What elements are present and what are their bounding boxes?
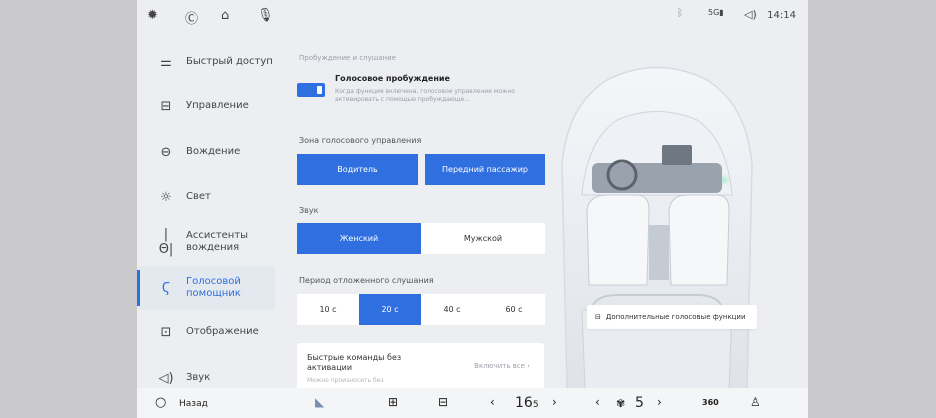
enable-all-link[interactable]: Включить все › [474,362,530,370]
steering-wheel-icon: ⊖ [160,144,172,160]
voice-wake-description: Когда функция включена, голосовое управл… [335,88,515,103]
voice-wake-title: Голосовое пробуждение [335,74,450,83]
fan-level: 5 [635,395,644,411]
car-cabin-illustration [561,66,753,390]
sidebar-item-driving[interactable]: ⊖ Вождение [137,130,275,174]
period-label: Период отложенного слушания [299,276,434,285]
sidebar-item-light[interactable]: ☼ Свет [137,175,275,219]
bluetooth-icon: ᛒ [677,8,683,19]
clock: 14:14 [767,10,796,21]
temp-up-icon[interactable]: › [552,395,557,409]
seat-icon[interactable]: ♙ [750,395,761,409]
left-bezel [0,0,137,418]
period-10s-button[interactable]: 10 с [297,294,359,325]
speaker-icon: ◁) [158,370,174,386]
fan-down-icon[interactable]: ‹ [595,395,600,409]
refresh-icon[interactable]: Ⓒ [185,8,198,27]
sound-female-button[interactable]: Женский [297,223,421,254]
lane-assist-icon: |Θ| [158,227,174,257]
sidebar-item-voice-assistant[interactable]: Ϛ Голосовой помощник [137,266,275,310]
sidebar-item-display[interactable]: ⊡ Отображение [137,310,275,354]
quick-commands-title: Быстрые команды без активации [307,353,402,372]
settings-sidebar: ⚌ Быстрый доступ ⊟ Управление ⊖ Вождение… [137,38,277,388]
sound-male-button[interactable]: Мужской [421,223,545,254]
voice-wake-toggle[interactable] [297,83,325,97]
camera-360-button[interactable]: 360 [702,398,719,407]
sidebar-item-label: Свет [186,191,211,202]
voice-icon: Ϛ [161,280,171,296]
temp-down-icon[interactable]: ‹ [490,395,495,409]
temperature-decimal: 5 [532,400,539,410]
sidebar-item-label: Вождение [186,146,241,157]
mic-icon[interactable]: 🎙 [257,8,274,23]
signal-label: 5G [708,8,720,17]
volume-icon[interactable]: ◁) [744,8,757,21]
zone-front-passenger-button[interactable]: Передний пассажир [425,154,545,185]
tire-icon[interactable]: ✹ [147,8,158,23]
car-home-icon[interactable]: ⊟ [438,395,448,409]
temperature-value: 165 [515,395,539,411]
sidebar-item-label: Звук [186,372,211,383]
fan-icon: ✾ [616,397,626,410]
light-icon: ☼ [160,189,172,205]
enable-all-label: Включить все [474,362,525,370]
section-title: Пробуждение и слушание [299,54,396,62]
extra-voice-functions-label: Дополнительные голосовые функции [605,313,746,321]
temperature-number: 16 [515,395,533,411]
sidebar-item-driving-assistants[interactable]: |Θ| Ассистенты вождения [137,220,275,264]
status-bar: ✹ Ⓒ ⌂ 🎙 ᛒ 5G▮ ◁) 14:14 [137,0,808,34]
user-icon[interactable]: ◣ [315,395,324,409]
period-20s-button[interactable]: 20 с [359,294,421,325]
sidebar-item-label: Голосовой помощник [186,276,241,299]
apps-grid-icon[interactable]: ⊞ [388,395,398,409]
extra-voice-functions-button[interactable]: ⊟ Дополнительные голосовые функции [587,305,757,329]
sidebar-item-control[interactable]: ⊟ Управление [137,84,275,128]
period-60s-button[interactable]: 60 с [483,294,545,325]
right-bezel [808,0,936,418]
sidebar-item-label: Отображение [186,326,259,337]
book-icon: ⊟ [595,313,601,321]
sliders-icon: ⚌ [160,54,172,70]
car-icon: ⊟ [160,98,172,114]
sidebar-item-label: Ассистенты вождения [186,230,249,253]
infotainment-screen: ✹ Ⓒ ⌂ 🎙 ᛒ 5G▮ ◁) 14:14 ⚌ Быстрый доступ … [137,0,808,418]
display-icon: ⊡ [160,324,172,340]
zone-label: Зона голосового управления [299,136,422,145]
sidebar-item-label: Быстрый доступ [186,56,273,67]
period-40s-button[interactable]: 40 с [421,294,483,325]
sidebar-item-quick-access[interactable]: ⚌ Быстрый доступ [137,40,275,84]
zone-driver-button[interactable]: Водитель [297,154,418,185]
bottom-bar: ○ Назад ◣ ⊞ ⊟ ‹ 165 › ‹ ✾ 5 › 360 ♙ [137,388,808,418]
sound-label: Звук [299,206,319,215]
fan-up-icon[interactable]: › [657,395,662,409]
sidebar-item-label: Управление [186,100,249,111]
back-button[interactable]: Назад [179,399,208,409]
bell-icon[interactable]: ⌂ [221,8,229,23]
quick-commands-subtitle: Можно произносить без [307,377,384,384]
back-icon[interactable]: ○ [155,395,166,410]
signal-icon: 5G▮ [708,8,724,17]
